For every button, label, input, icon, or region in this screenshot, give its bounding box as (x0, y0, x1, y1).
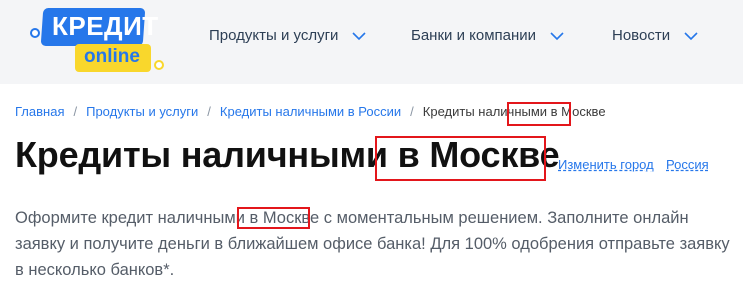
breadcrumb-separator: / (207, 104, 211, 119)
breadcrumb-cash-loans-russia[interactable]: Кредиты наличными в России (220, 104, 401, 119)
region-link[interactable]: Россия (666, 157, 709, 172)
chevron-down-icon (352, 31, 366, 40)
nav-label: Новости (612, 27, 671, 44)
nav-banks-companies[interactable]: Банки и компании (411, 27, 565, 44)
logo-dot-decoration (30, 28, 40, 38)
site-header: КРЕДИТ online Продукты и услуги Банки и … (0, 0, 743, 84)
breadcrumb-separator: / (410, 104, 414, 119)
site-logo[interactable]: КРЕДИТ online (30, 6, 165, 72)
breadcrumb-separator: / (73, 104, 78, 119)
chevron-down-icon (550, 31, 564, 40)
change-city-link[interactable]: Изменить город (558, 157, 654, 172)
breadcrumb: Главная / Продукты и услуги / Кредиты на… (15, 104, 606, 119)
page-title: Кредиты наличными в Москве (15, 134, 560, 175)
logo-top-text: КРЕДИТ (52, 11, 159, 41)
breadcrumb-current: Кредиты наличными в Москве (422, 104, 606, 119)
nav-news[interactable]: Новости (612, 27, 699, 44)
nav-label: Продукты и услуги (209, 27, 339, 44)
logo-dot-decoration (154, 60, 164, 70)
chevron-down-icon (684, 31, 698, 40)
logo-bottom-text: online (84, 46, 140, 67)
breadcrumb-home[interactable]: Главная (15, 104, 64, 119)
intro-text: Оформите кредит наличными в Москве с мом… (15, 209, 730, 279)
nav-label: Банки и компании (411, 27, 537, 44)
breadcrumb-products-services[interactable]: Продукты и услуги (86, 104, 198, 119)
nav-products-services[interactable]: Продукты и услуги (209, 27, 367, 44)
